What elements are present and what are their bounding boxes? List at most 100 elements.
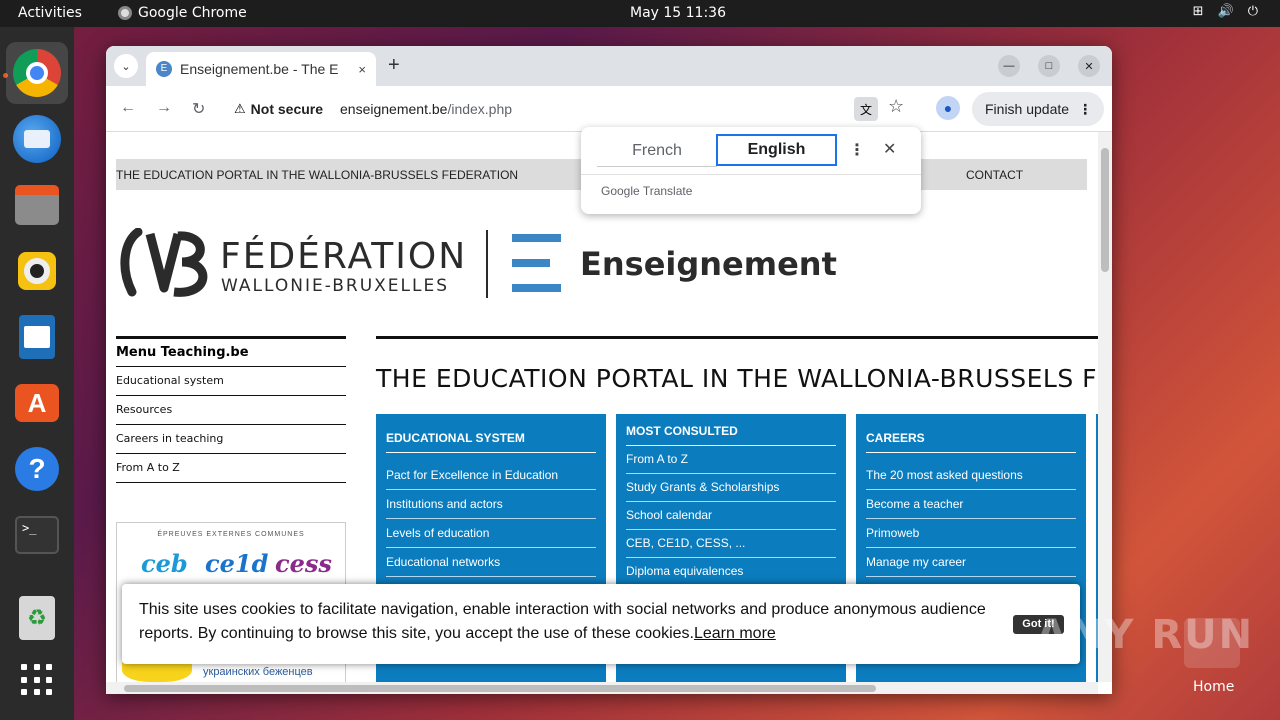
dock-app-center[interactable]: A: [6, 372, 68, 434]
security-label[interactable]: Not secure: [251, 101, 323, 117]
dock: A ? >_ ♻: [0, 27, 74, 720]
writer-icon: [19, 315, 55, 359]
page-title: THE EDUCATION PORTAL IN THE WALLONIA-BRU…: [376, 364, 1098, 393]
minimize-button[interactable]: —: [998, 55, 1020, 77]
new-tab-button[interactable]: +: [388, 54, 400, 77]
source-language-tab[interactable]: French: [597, 135, 717, 167]
thunderbird-icon: [13, 115, 61, 163]
maximize-button[interactable]: □: [1038, 55, 1060, 77]
logo-divider: [486, 230, 488, 298]
box-link[interactable]: Educational networks: [386, 548, 596, 577]
box-link[interactable]: From A to Z: [626, 446, 836, 474]
box-link[interactable]: Study Grants & Scholarships: [626, 474, 836, 502]
cookie-text-block: This site uses cookies to facilitate nav…: [139, 598, 1009, 646]
box-link[interactable]: Levels of education: [386, 519, 596, 548]
home-folder-icon[interactable]: [1184, 618, 1240, 668]
url-domain: enseignement.be: [340, 101, 448, 117]
exam-cess: cess: [275, 549, 332, 578]
logo-federation: FÉDÉRATION: [220, 236, 468, 277]
terminal-icon: >_: [15, 516, 59, 554]
tab-close-icon[interactable]: ×: [358, 62, 366, 77]
contact-link[interactable]: CONTACT: [966, 168, 1023, 182]
system-tray[interactable]: ⊞ 🔊 ⏻: [1193, 4, 1258, 19]
learn-more-link[interactable]: Learn more: [694, 625, 776, 642]
dock-writer[interactable]: [6, 306, 68, 368]
menu-title: Menu Teaching.be: [116, 336, 346, 367]
dock-help[interactable]: ?: [6, 438, 68, 500]
volume-icon: 🔊: [1217, 4, 1234, 19]
help-icon: ?: [15, 447, 59, 491]
divider: [581, 174, 921, 175]
close-icon[interactable]: ✕: [883, 139, 896, 159]
trash-icon: ♻: [19, 596, 55, 640]
rhythmbox-icon: [18, 252, 56, 290]
favicon-icon: E: [156, 61, 172, 77]
logo-enseignement[interactable]: Enseignement: [580, 245, 837, 283]
menu-item-a-to-z[interactable]: From A to Z: [116, 454, 346, 483]
dock-show-apps[interactable]: [6, 649, 68, 711]
cookie-banner: This site uses cookies to facilitate nav…: [122, 584, 1080, 664]
box-link[interactable]: The 20 most asked questions: [866, 461, 1076, 490]
dock-terminal[interactable]: >_: [6, 504, 68, 566]
exam-ceb: ceb: [141, 549, 188, 578]
home-folder-label[interactable]: Home: [1193, 679, 1234, 695]
cookie-text: This site uses cookies to facilitate nav…: [139, 601, 986, 642]
vertical-scrollbar[interactable]: [1098, 132, 1112, 682]
exam-ce1d: ce1d: [205, 549, 269, 578]
bookmark-star-icon[interactable]: ☆: [888, 96, 904, 117]
tab-enseignement[interactable]: E Enseignement.be - The E ×: [146, 52, 376, 86]
menu-item-resources[interactable]: Resources: [116, 396, 346, 425]
reload-icon[interactable]: ↻: [192, 99, 205, 119]
box-link[interactable]: Institutions and actors: [386, 490, 596, 519]
box-link[interactable]: CEB, CE1D, CESS, ...: [626, 530, 836, 558]
finish-update-button[interactable]: Finish update ⋮: [972, 92, 1104, 126]
files-icon: [15, 185, 59, 225]
box-link[interactable]: Primoweb: [866, 519, 1076, 548]
warning-icon[interactable]: ⚠: [234, 101, 246, 117]
power-icon: ⏻: [1247, 4, 1258, 19]
main-divider: [376, 336, 1098, 339]
ukraine-banner-text[interactable]: украинских беженцев: [203, 666, 313, 678]
logo-wallonie: WALLONIE-BRUXELLES: [221, 276, 450, 296]
translate-icon[interactable]: 文: [854, 97, 878, 121]
box-link[interactable]: Pact for Excellence in Education: [386, 461, 596, 490]
box-link[interactable]: School calendar: [626, 502, 836, 530]
horizontal-scrollbar[interactable]: [106, 682, 1098, 694]
target-language-tab[interactable]: English: [716, 134, 837, 166]
tab-title: Enseignement.be - The E: [180, 61, 339, 77]
browser-toolbar: ← → ↻ ⚠ Not secure enseignement.be/index…: [106, 86, 1112, 132]
dock-files[interactable]: [6, 174, 68, 236]
chrome-icon: [13, 49, 61, 97]
banner-text: THE EDUCATION PORTAL IN THE WALLONIA-BRU…: [116, 168, 519, 182]
clock[interactable]: May 15 11:36: [0, 5, 1280, 21]
box-link[interactable]: Manage my career: [866, 548, 1076, 577]
more-options-icon[interactable]: ⋮: [849, 140, 865, 160]
address-bar[interactable]: ⚠ Not secure enseignement.be/index.php: [226, 92, 886, 126]
dock-trash[interactable]: ♻: [6, 587, 68, 649]
close-window-button[interactable]: ✕: [1078, 55, 1100, 77]
dock-rhythmbox[interactable]: [6, 240, 68, 302]
top-bar: Activities Google Chrome May 15 11:36 ⊞ …: [0, 0, 1280, 27]
box-title[interactable]: MOST CONSULTED: [626, 424, 836, 446]
back-icon[interactable]: ←: [120, 99, 136, 117]
google-translate-brand: Google Translate: [601, 184, 693, 198]
exams-header: ÉPREUVES EXTERNES COMMUNES: [157, 531, 305, 538]
dock-chrome[interactable]: [6, 42, 68, 104]
tab-search-button[interactable]: ⌄: [114, 54, 138, 78]
network-icon: ⊞: [1192, 4, 1204, 19]
profile-avatar[interactable]: ●: [936, 96, 960, 120]
fwb-logo-icon[interactable]: [120, 228, 230, 300]
tab-strip: ⌄ E Enseignement.be - The E × + — □ ✕: [106, 46, 1112, 86]
box-link[interactable]: Diploma equivalences: [626, 558, 836, 586]
side-menu: Menu Teaching.be Educational system Reso…: [116, 336, 346, 483]
dock-thunderbird[interactable]: [6, 108, 68, 170]
url-path: /index.php: [447, 101, 513, 117]
menu-item-educational-system[interactable]: Educational system: [116, 367, 346, 396]
scroll-thumb[interactable]: [124, 685, 876, 692]
box-title[interactable]: EDUCATIONAL SYSTEM: [386, 424, 596, 453]
menu-item-careers[interactable]: Careers in teaching: [116, 425, 346, 454]
box-link[interactable]: Become a teacher: [866, 490, 1076, 519]
box-title[interactable]: CAREERS: [866, 424, 1076, 453]
forward-icon[interactable]: →: [156, 99, 172, 117]
scroll-thumb[interactable]: [1101, 148, 1109, 272]
